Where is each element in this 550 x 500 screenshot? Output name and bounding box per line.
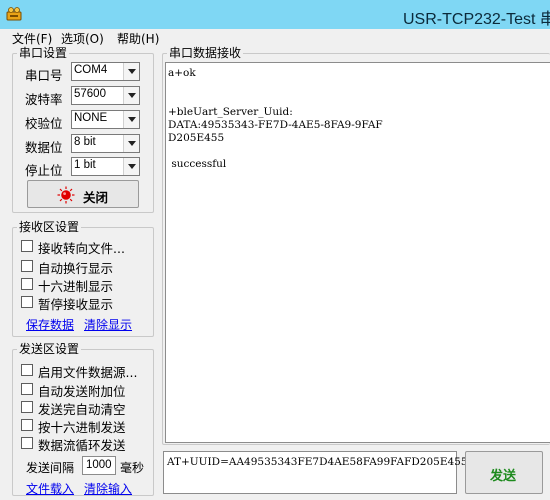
loop-send-label: 数据流循环发送 (38, 438, 126, 453)
app-icon (6, 7, 22, 21)
send-input-value: AT+UUID=AA49535343FE7D4AE58FA99FAFD205E4… (167, 456, 468, 468)
receive-area-group: 串口数据接收 a+ok +bleUart_Server_Uuid: DATA:4… (162, 45, 550, 445)
send-settings-title: 发送区设置 (17, 341, 82, 357)
send-input[interactable]: AT+UUID=AA49535343FE7D4AE58FA99FAFD205E4… (163, 451, 468, 494)
interval-value: 1000 (86, 459, 112, 471)
receive-line: D205E455 (168, 132, 225, 144)
parity-select[interactable]: NONE (71, 110, 140, 129)
receive-line: +bleUart_Server_Uuid: (168, 106, 293, 118)
checkbox[interactable] (21, 419, 33, 431)
receive-area-title: 串口数据接收 (167, 45, 244, 61)
auto-append-label: 自动发送附加位 (38, 384, 126, 399)
send-settings-group: 发送区设置 启用文件数据源... 自动发送附加位 发送完自动清空 按十六进制发送… (12, 341, 154, 497)
hex-send-label: 按十六进制发送 (38, 420, 126, 435)
receive-to-file-label: 接收转向文件... (38, 241, 125, 256)
stopbits-select[interactable]: 1 bit (71, 157, 140, 176)
clear-display-link[interactable]: 清除显示 (84, 316, 132, 333)
checkbox[interactable] (21, 437, 33, 449)
checkbox[interactable] (21, 401, 33, 413)
receive-textarea[interactable]: a+ok +bleUart_Server_Uuid: DATA:49535343… (165, 62, 550, 443)
databits-label: 数据位 (25, 140, 63, 155)
hex-display-label: 十六进制显示 (38, 279, 114, 294)
status-light-icon (57, 186, 75, 204)
interval-input[interactable]: 1000 (82, 456, 116, 475)
stopbits-label: 停止位 (25, 163, 63, 178)
chevron-down-icon[interactable] (123, 135, 139, 152)
menu-help[interactable]: 帮助(H) (117, 30, 159, 47)
save-data-link[interactable]: 保存数据 (26, 316, 74, 333)
stopbits-value: 1 bit (74, 159, 96, 171)
databits-select[interactable]: 8 bit (71, 134, 140, 153)
title-bar[interactable]: USR-TCP232-Test 串 (0, 0, 550, 29)
baud-select[interactable]: 57600 (71, 86, 140, 105)
receive-line (168, 93, 383, 106)
send-button-label: 发送 (490, 469, 517, 484)
serial-settings-group: 串口设置 串口号 COM4 波特率 57600 校验位 NONE 数据位 8 b… (12, 45, 154, 213)
port-select[interactable]: COM4 (71, 62, 140, 81)
checkbox[interactable] (21, 296, 33, 308)
interval-label: 发送间隔 (26, 461, 75, 475)
menu-bar: 文件(F) 选项(O) 帮助(H) (0, 29, 550, 46)
databits-value: 8 bit (74, 136, 96, 148)
receive-line: successful (168, 158, 227, 170)
chevron-down-icon[interactable] (123, 158, 139, 175)
parity-value: NONE (74, 112, 108, 124)
auto-wrap-label: 自动换行显示 (38, 261, 114, 276)
interval-unit: 毫秒 (120, 461, 145, 475)
clear-input-link[interactable]: 清除输入 (84, 480, 132, 497)
close-port-label: 关闭 (83, 190, 109, 205)
port-value: COM4 (74, 64, 108, 76)
file-source-label: 启用文件数据源... (38, 365, 138, 380)
chevron-down-icon[interactable] (123, 87, 139, 104)
auto-clear-label: 发送完自动清空 (38, 402, 126, 417)
checkbox[interactable] (21, 364, 33, 376)
receive-settings-group: 接收区设置 接收转向文件... 自动换行显示 十六进制显示 暂停接收显示 保存数… (12, 219, 154, 337)
baud-label: 波特率 (25, 92, 63, 107)
send-button[interactable]: 发送 (465, 451, 543, 494)
chevron-down-icon[interactable] (123, 111, 139, 128)
port-label: 串口号 (25, 68, 63, 83)
pause-receive-label: 暂停接收显示 (38, 297, 114, 312)
chevron-down-icon[interactable] (123, 63, 139, 80)
checkbox[interactable] (21, 260, 33, 272)
checkbox[interactable] (21, 240, 33, 252)
receive-line: a+ok (168, 67, 196, 79)
receive-settings-title: 接收区设置 (17, 219, 82, 235)
receive-line: DATA:49535343-FE7D-4AE5-8FA9-9FAF (168, 119, 383, 131)
receive-content: a+ok +bleUart_Server_Uuid: DATA:49535343… (168, 67, 383, 171)
file-load-link[interactable]: 文件载入 (26, 480, 74, 497)
parity-label: 校验位 (25, 116, 63, 131)
receive-line (168, 80, 383, 93)
serial-settings-title: 串口设置 (17, 45, 70, 61)
checkbox[interactable] (21, 278, 33, 290)
checkbox[interactable] (21, 383, 33, 395)
baud-value: 57600 (74, 88, 106, 100)
close-port-button[interactable]: 关闭 (27, 180, 139, 208)
receive-line (168, 145, 383, 158)
window-title: USR-TCP232-Test 串 (403, 11, 550, 28)
